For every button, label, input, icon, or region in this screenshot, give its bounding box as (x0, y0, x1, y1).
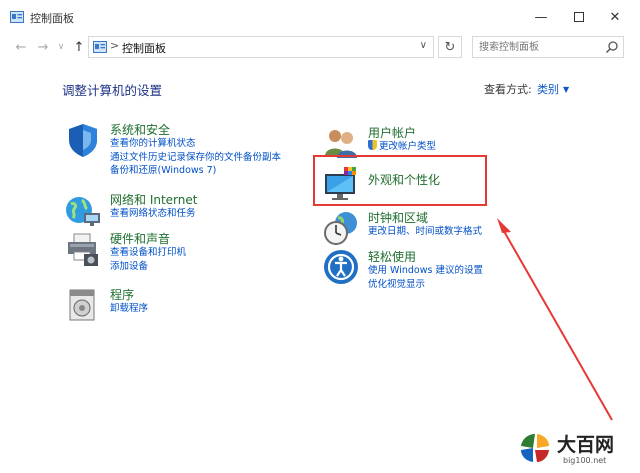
arrow-left-icon: ← (15, 39, 27, 55)
clock-globe-icon[interactable] (322, 209, 360, 247)
link-label: 更改帐户类型 (379, 141, 437, 152)
maximize-icon (574, 12, 584, 22)
refresh-icon: ↻ (444, 39, 456, 55)
search-input[interactable] (479, 40, 597, 55)
category-title[interactable]: 系统和安全 (110, 121, 170, 138)
chevron-down-icon[interactable]: ∨ (420, 40, 427, 51)
accessibility-icon[interactable] (322, 248, 360, 286)
breadcrumb-control-panel[interactable]: 控制面板 (122, 40, 166, 56)
watermark: 大百网 big100.net (519, 430, 631, 468)
control-panel-icon (93, 41, 107, 53)
back-button[interactable]: ← (12, 38, 30, 56)
category-title[interactable]: 用户帐户 (368, 124, 416, 141)
printer-icon[interactable] (64, 230, 102, 268)
up-button[interactable]: ↑ (70, 38, 88, 56)
watermark-brand: 大百网 (557, 434, 615, 456)
link-optimize-visual-display[interactable]: 优化视觉显示 (368, 278, 483, 292)
page-title: 调整计算机的设置 (62, 83, 163, 98)
uac-shield-icon (368, 140, 377, 150)
link-recommended-settings[interactable]: 使用 Windows 建议的设置 (368, 264, 483, 278)
link-view-computer-status[interactable]: 查看你的计算机状态 (110, 137, 281, 151)
minimize-button[interactable]: — (526, 4, 556, 30)
title-bar: 控制面板 — ✕ (0, 0, 640, 34)
link-file-history[interactable]: 通过文件历史记录保存你的文件备份副本 (110, 151, 281, 165)
network-globe-icon[interactable] (64, 191, 102, 229)
shield-icon[interactable] (64, 121, 102, 159)
link-change-account-type[interactable]: 更改帐户类型 (368, 140, 436, 154)
minimize-icon: — (534, 9, 548, 25)
close-button[interactable]: ✕ (600, 4, 630, 30)
link-backup-restore[interactable]: 备份和还原(Windows 7) (110, 164, 281, 178)
breadcrumb-separator: > (110, 39, 120, 52)
link-network-status[interactable]: 查看网络状态和任务 (110, 207, 196, 221)
search-icon (605, 41, 618, 54)
brand-logo-icon (521, 434, 549, 462)
address-row: ← → ∨ ↑ > 控制面板 ∨ ↻ (0, 34, 640, 60)
arrow-right-icon: → (37, 39, 49, 55)
category-title[interactable]: 时钟和区域 (368, 209, 428, 226)
category-title[interactable]: 轻松使用 (368, 248, 416, 265)
view-by-label: 查看方式: (484, 83, 532, 96)
arrow-up-icon: ↑ (73, 39, 85, 55)
window-title: 控制面板 (30, 12, 74, 25)
view-by-dropdown[interactable]: 类别 ▼ (537, 81, 569, 97)
caret-down-icon: ▼ (563, 85, 570, 94)
highlight-box (313, 155, 487, 206)
view-by-value: 类别 (537, 83, 559, 96)
link-add-device[interactable]: 添加设备 (110, 260, 186, 274)
search-box[interactable] (472, 36, 624, 58)
forward-button[interactable]: → (34, 38, 52, 56)
link-devices-printers[interactable]: 查看设备和打印机 (110, 246, 186, 260)
close-icon: ✕ (609, 9, 621, 25)
refresh-button[interactable]: ↻ (438, 36, 462, 58)
category-title[interactable]: 网络和 Internet (110, 191, 197, 208)
category-title[interactable]: 硬件和声音 (110, 230, 170, 247)
category-title[interactable]: 程序 (110, 286, 134, 303)
link-uninstall-program[interactable]: 卸载程序 (110, 302, 148, 316)
link-change-date-time-format[interactable]: 更改日期、时间或数字格式 (368, 225, 482, 239)
control-panel-icon (10, 11, 24, 23)
address-bar[interactable]: > 控制面板 ∨ (88, 36, 434, 58)
chevron-down-icon: ∨ (57, 42, 65, 52)
maximize-button[interactable] (564, 4, 594, 30)
watermark-url: big100.net (563, 456, 607, 465)
programs-icon[interactable] (64, 286, 102, 324)
recent-locations-button[interactable]: ∨ (52, 38, 70, 56)
